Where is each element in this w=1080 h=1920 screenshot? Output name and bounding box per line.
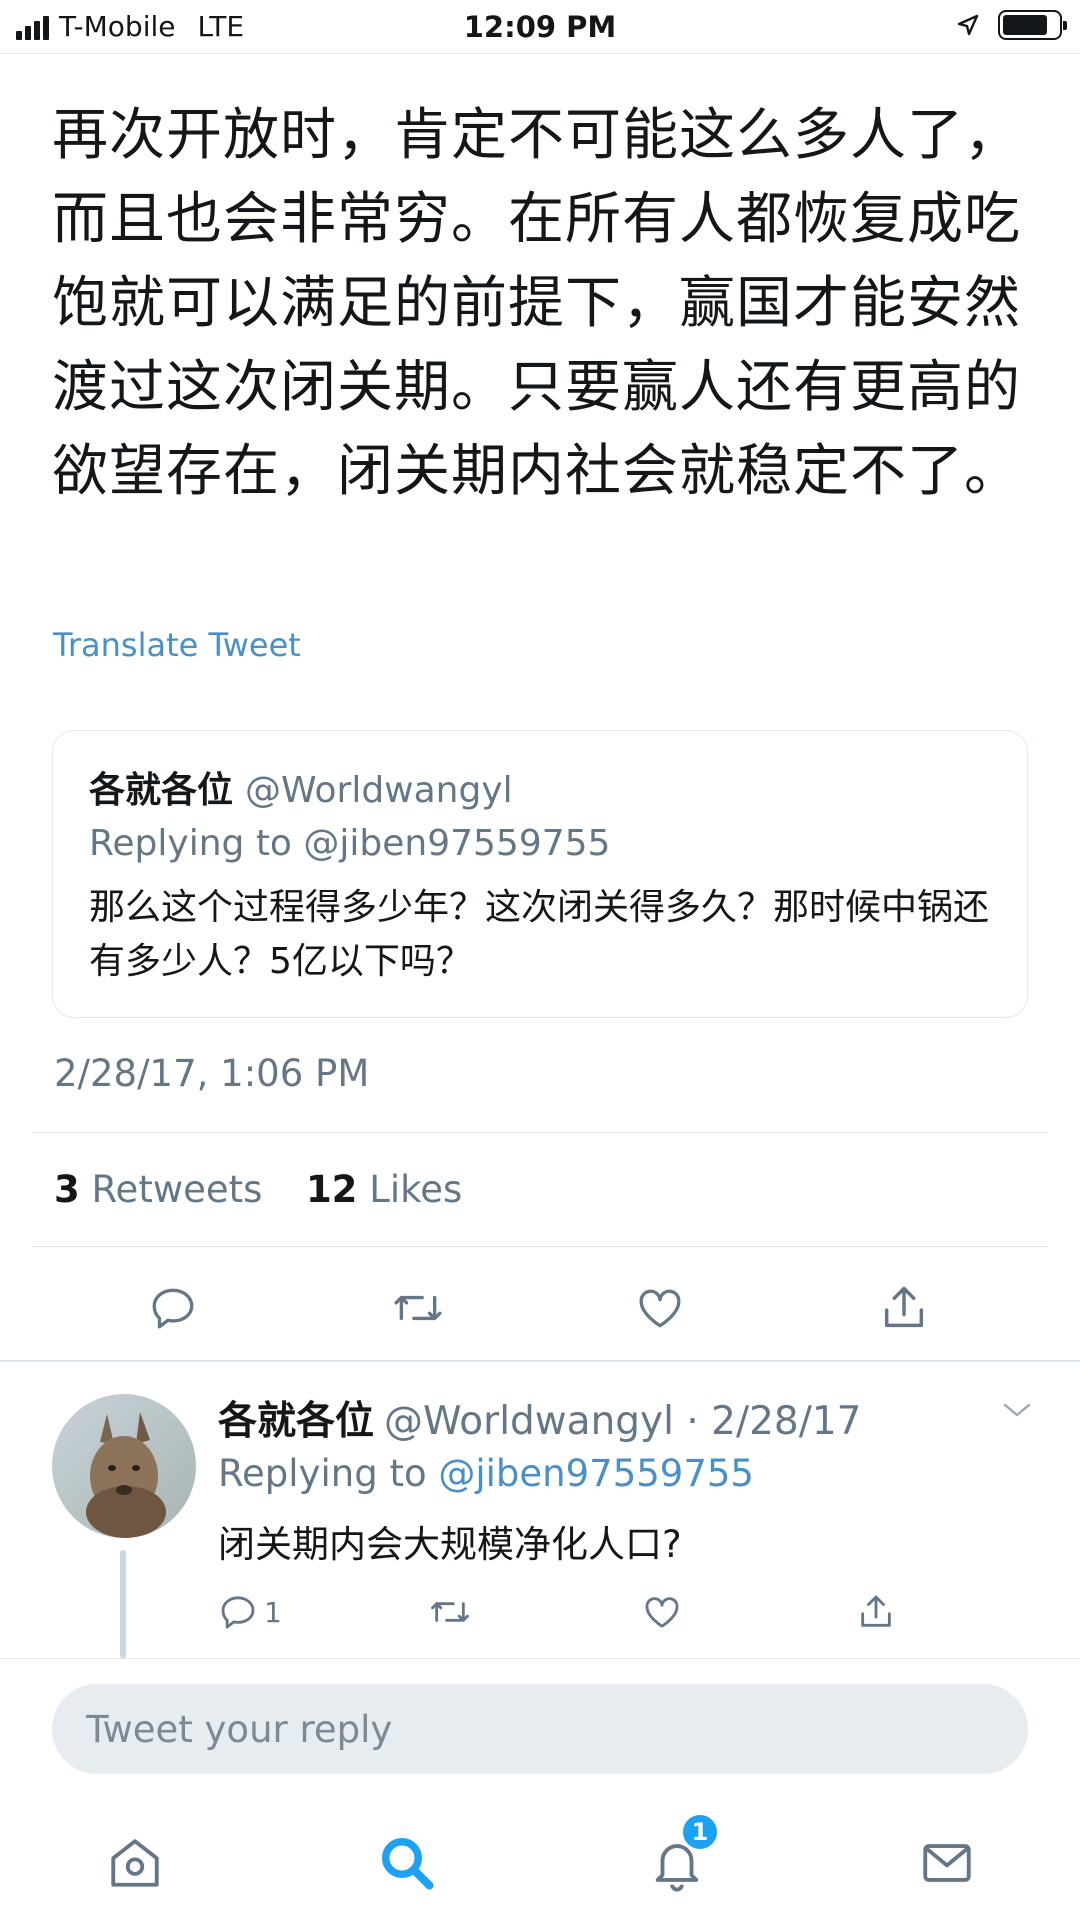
quoted-tweet-text: 那么这个过程得多少年？这次闭关得多久？那时候中锅还有多少人？5亿以下吗？: [89, 887, 990, 982]
reply-icon: [221, 1596, 255, 1629]
tweet-actions: [0, 1272, 1080, 1344]
retweet-icon: [394, 1295, 442, 1321]
location-arrow-icon: [957, 14, 979, 36]
quoted-replying-to: Replying to @jiben97559755: [89, 823, 611, 864]
retweet-button[interactable]: [428, 1592, 472, 1632]
reply-composer[interactable]: [52, 1684, 1028, 1774]
reply-count: 1: [264, 1595, 282, 1629]
reply-author-name[interactable]: 各就各位: [218, 1399, 374, 1444]
likes-count[interactable]: 12: [306, 1168, 358, 1211]
replying-to-handle-link[interactable]: @jiben97559755: [438, 1452, 754, 1495]
like-button[interactable]: [642, 1592, 682, 1632]
tab-messages[interactable]: [912, 1828, 982, 1898]
reply-author-handle-date: @Worldwangyl · 2/28/17: [384, 1399, 862, 1444]
home-icon: [111, 1839, 159, 1887]
divider: [32, 1132, 1048, 1133]
share-button[interactable]: [856, 1592, 896, 1632]
quoted-author-name: 各就各位: [89, 770, 234, 811]
clock: 12:09 PM: [463, 10, 617, 44]
status-bar: T-Mobile LTE 12:09 PM: [0, 0, 1080, 54]
thread-line: [120, 1550, 126, 1658]
notifications-badge: 1: [680, 1812, 720, 1852]
tab-search[interactable]: [372, 1828, 442, 1898]
translate-tweet-link[interactable]: Translate Tweet: [53, 626, 301, 664]
like-button[interactable]: [630, 1278, 690, 1338]
reply-button[interactable]: 1: [218, 1592, 282, 1632]
heart-icon: [639, 1289, 681, 1328]
reply-button[interactable]: [143, 1278, 203, 1338]
likes-label[interactable]: Likes: [369, 1168, 462, 1211]
reply-icon: [152, 1288, 194, 1329]
retweets-count[interactable]: 3: [54, 1168, 80, 1211]
mail-icon: [923, 1844, 971, 1882]
retweets-label[interactable]: Retweets: [92, 1168, 263, 1211]
battery-icon: [998, 10, 1067, 40]
quoted-author-handle: @Worldwangyl: [245, 770, 513, 811]
tweet-text: 再次开放时，肯定不可能这么多人了，而且也会非常穷。在所有人都恢复成吃饱就可以满足…: [52, 103, 1021, 504]
retweet-button[interactable]: [388, 1278, 448, 1338]
divider: [32, 1246, 1048, 1247]
avatar[interactable]: [52, 1394, 196, 1538]
tweet-timestamp: 2/28/17, 1:06 PM: [54, 1052, 370, 1095]
reply-input[interactable]: [52, 1684, 1028, 1774]
tab-bar: 1: [0, 1800, 1080, 1920]
divider: [0, 1658, 1080, 1659]
section-divider: [0, 1360, 1080, 1362]
tab-home[interactable]: [100, 1828, 170, 1898]
search-icon: [382, 1838, 434, 1890]
engagement-stats: 3 Retweets 12 Likes: [54, 1168, 462, 1211]
quoted-tweet-card[interactable]: 各就各位 @Worldwangyl Replying to @jiben97559…: [52, 730, 1028, 1018]
chevron-down-icon: [1003, 1403, 1031, 1417]
share-icon: [884, 1286, 924, 1328]
tweet-options-button[interactable]: [1002, 1400, 1032, 1424]
heart-icon: [645, 1597, 679, 1628]
share-icon: [861, 1595, 891, 1627]
reply-tweet-text: 闭关期内会大规模净化人口?: [218, 1523, 682, 1566]
retweet-icon: [431, 1602, 469, 1622]
reply-replying-to: Replying to @jiben97559755: [218, 1452, 754, 1495]
tab-notifications[interactable]: 1: [642, 1812, 720, 1898]
reply-tweet-actions: 1: [218, 1592, 958, 1642]
share-button[interactable]: [874, 1278, 934, 1338]
